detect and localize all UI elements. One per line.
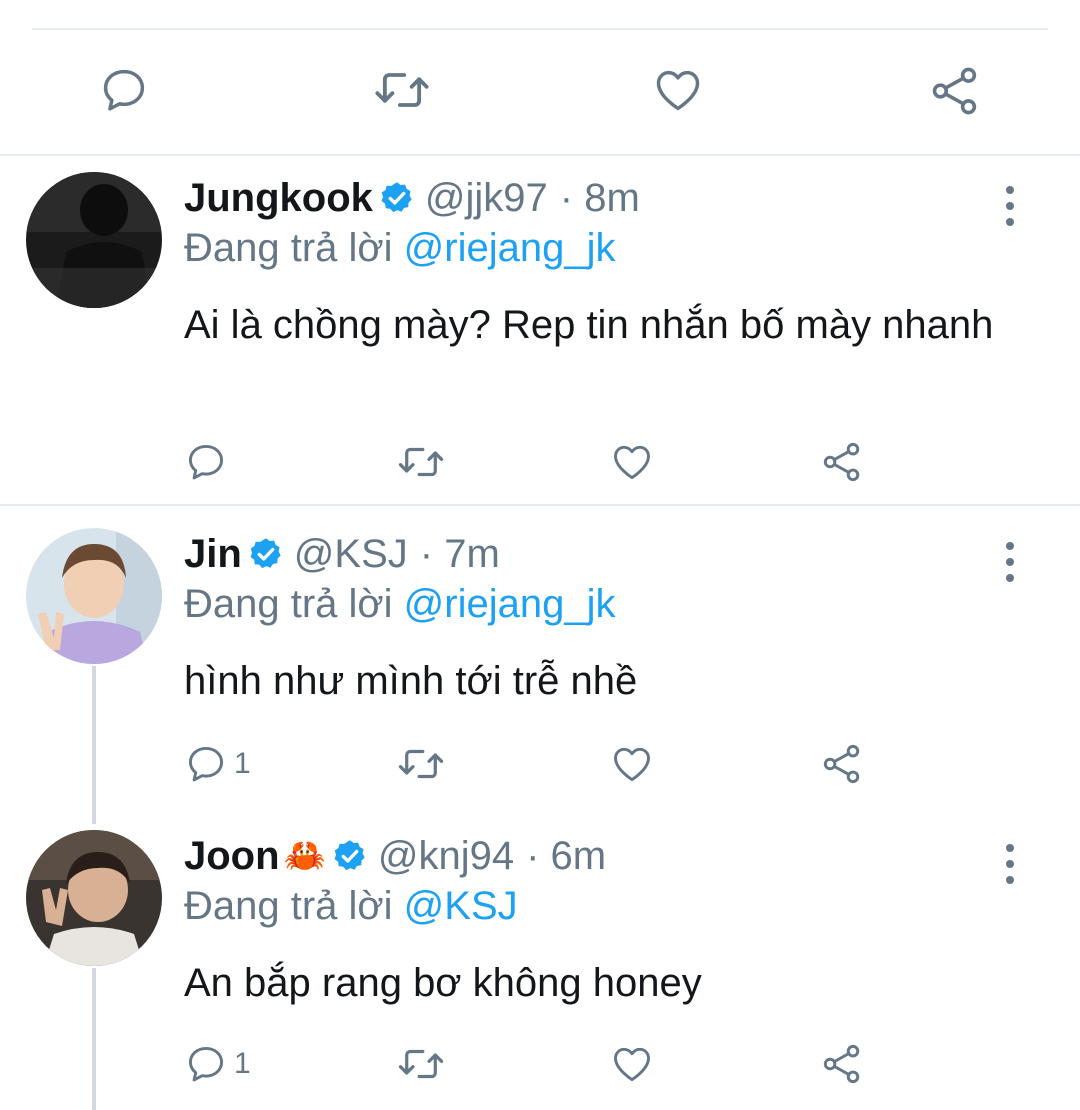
verified-badge-icon: [332, 838, 368, 874]
retweet-icon: [398, 1049, 444, 1079]
top-divider: [32, 28, 1048, 30]
avatar-image: [26, 528, 162, 664]
tweet-text: An bắp rang bơ không honey: [184, 961, 702, 1005]
avatar-image: [26, 172, 162, 308]
tweet-text: Ai là chồng mày? Rep tin nhắn bố mày nha…: [184, 303, 994, 347]
share-icon: [932, 67, 977, 115]
share-button[interactable]: [820, 1042, 864, 1086]
mention-link[interactable]: @riejang_jk: [404, 582, 616, 626]
crab-emoji-icon: 🦀: [283, 837, 326, 875]
replying-to: Đang trả lời @riejang_jk: [184, 582, 616, 627]
avatar[interactable]: [26, 528, 162, 664]
like-button[interactable]: [652, 64, 704, 116]
display-name[interactable]: Jin: [184, 532, 242, 577]
tweet-jungkook[interactable]: Jungkook @jjk97 · 8m Đang trả lời @rieja…: [0, 172, 1080, 502]
verified-badge-icon: [379, 180, 415, 216]
retweet-icon: [375, 73, 429, 107]
replying-to: Đang trả lời @riejang_jk: [184, 226, 616, 271]
tweet-joon[interactable]: Joon 🦀 @knj94 · 6m Đang trả lời @KSJ An …: [0, 830, 1080, 1110]
display-name[interactable]: Jungkook: [184, 176, 373, 221]
replying-label: Đang trả lời: [184, 582, 393, 626]
reply-button[interactable]: 1: [184, 1042, 251, 1086]
like-icon: [614, 747, 650, 782]
like-button[interactable]: [610, 742, 654, 786]
replying-label: Đang trả lời: [184, 884, 393, 928]
more-options-icon[interactable]: [998, 542, 1022, 582]
retweet-button[interactable]: [396, 1042, 446, 1086]
like-icon: [614, 445, 650, 480]
share-button[interactable]: [820, 440, 864, 484]
handle[interactable]: @KSJ: [294, 532, 408, 577]
share-icon: [823, 744, 860, 784]
replying-to: Đang trả lời @KSJ: [184, 884, 518, 929]
timestamp[interactable]: · 7m: [420, 532, 500, 577]
tweet-text: hình như mình tới trễ nhề: [184, 659, 638, 703]
reply-count: 1: [234, 747, 251, 780]
divider: [0, 504, 1080, 506]
divider: [0, 154, 1080, 156]
reply-button[interactable]: [184, 440, 228, 484]
avatar[interactable]: [26, 830, 162, 966]
verified-badge-icon: [248, 536, 284, 572]
more-options-icon[interactable]: [998, 844, 1022, 884]
avatar-image: [26, 830, 162, 966]
like-icon: [656, 70, 700, 111]
reply-button[interactable]: 1: [184, 742, 251, 786]
tweet-actions: 1: [184, 1042, 1080, 1090]
reply-icon: [103, 69, 145, 111]
share-icon: [823, 1044, 860, 1084]
display-name[interactable]: Joon: [184, 834, 280, 879]
handle[interactable]: @jjk97: [425, 176, 548, 221]
mention-link[interactable]: @KSJ: [404, 884, 518, 928]
share-icon: [823, 442, 860, 482]
like-icon: [614, 1047, 650, 1082]
parent-tweet-actions: [0, 60, 1080, 124]
share-button[interactable]: [820, 742, 864, 786]
handle[interactable]: @knj94: [378, 834, 514, 879]
like-button[interactable]: [610, 1042, 654, 1086]
tweet-jin[interactable]: Jin @KSJ · 7m Đang trả lời @riejang_jk h…: [0, 528, 1080, 808]
replying-label: Đang trả lời: [184, 226, 393, 270]
tweet-actions: 1: [184, 742, 1080, 790]
retweet-button[interactable]: [372, 64, 432, 116]
like-button[interactable]: [610, 440, 654, 484]
reply-button[interactable]: [98, 64, 150, 116]
avatar[interactable]: [26, 172, 162, 308]
mention-link[interactable]: @riejang_jk: [404, 226, 616, 270]
retweet-button[interactable]: [396, 440, 446, 484]
reply-icon: [188, 1046, 224, 1082]
retweet-icon: [398, 749, 444, 779]
retweet-button[interactable]: [396, 742, 446, 786]
more-options-icon[interactable]: [998, 186, 1022, 226]
timestamp[interactable]: · 6m: [526, 834, 606, 879]
reply-count: 1: [234, 1047, 251, 1080]
tweet-header: Jin @KSJ · 7m: [184, 528, 500, 580]
tweet-actions: [184, 440, 1080, 488]
reply-icon: [188, 746, 224, 782]
reply-icon: [188, 444, 224, 480]
tweet-header: Jungkook @jjk97 · 8m: [184, 172, 640, 224]
timestamp[interactable]: · 8m: [560, 176, 640, 221]
share-button[interactable]: [928, 64, 982, 118]
tweet-header: Joon 🦀 @knj94 · 6m: [184, 830, 606, 882]
retweet-icon: [398, 447, 444, 477]
